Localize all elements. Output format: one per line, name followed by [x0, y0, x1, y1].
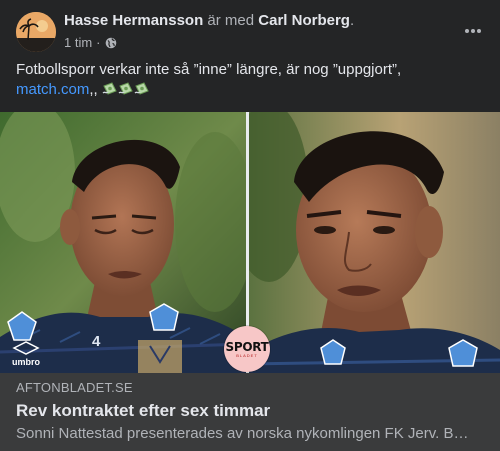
meta-separator: · [96, 35, 101, 50]
umbro-logo-text: umbro [12, 357, 41, 367]
with-connector: är med [207, 12, 255, 29]
more-options-icon[interactable] [462, 20, 484, 42]
tagged-suffix: . [349, 12, 355, 29]
money-with-wings-icon [134, 81, 150, 103]
facebook-post: Hasse Hermansson är med Carl Norberg. 1 … [0, 0, 500, 451]
post-timestamp[interactable]: 1 tim [64, 35, 92, 50]
link-preview-title[interactable]: Rev kontraktet efter sex timmar [16, 401, 270, 421]
post-header: Hasse Hermansson är med Carl Norberg. [64, 12, 354, 29]
post-text-after-link: ,, [89, 81, 98, 98]
link-preview-card[interactable]: AFTONBLADET.SE Rev kontraktet efter sex … [0, 373, 500, 451]
link-preview-domain: AFTONBLADET.SE [16, 380, 133, 395]
post-message: Fotbollsporr verkar inte så ”inne” längr… [16, 60, 484, 103]
post-inline-link[interactable]: match.com [16, 81, 89, 98]
sportbladet-logo-line2: BLADET [236, 352, 258, 358]
post-meta: 1 tim · [64, 35, 117, 50]
tagged-user-name[interactable]: Carl Norberg [258, 12, 350, 29]
post-text-main: Fotbollsporr verkar inte så ”inne” längr… [16, 61, 402, 78]
player-photo-right [229, 112, 500, 373]
author-avatar[interactable] [16, 12, 56, 52]
shirt-number: 4 [92, 333, 101, 350]
sportbladet-logo-line1: SPORT [225, 339, 269, 354]
sportbladet-logo: SPORT BLADET [224, 326, 270, 372]
author-name[interactable]: Hasse Hermansson [64, 12, 203, 29]
money-with-wings-icon [118, 81, 134, 103]
link-preview-description: Sonni Nattestad presenterades av norska … [16, 425, 469, 442]
player-photo-left: umbro 4 [0, 112, 255, 373]
money-with-wings-icon [102, 81, 118, 103]
globe-icon[interactable] [105, 37, 117, 49]
